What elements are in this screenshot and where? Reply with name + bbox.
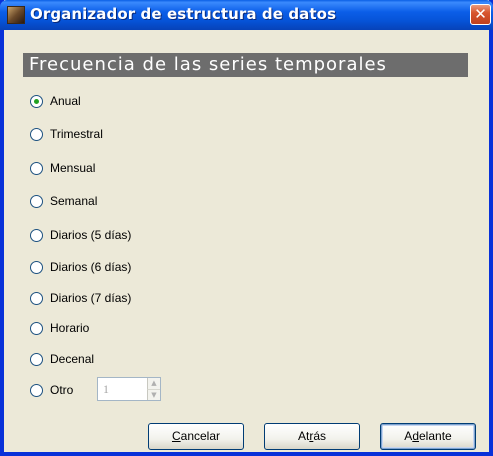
radio-button[interactable] xyxy=(30,195,43,208)
radio-label: Anual xyxy=(50,94,81,108)
radio-label: Semanal xyxy=(50,194,98,208)
button-mnemonic: C xyxy=(171,429,181,443)
radio-label: Mensual xyxy=(50,161,96,175)
radio-button[interactable] xyxy=(30,261,43,274)
radio-button[interactable] xyxy=(30,292,43,305)
cancel-button[interactable]: Cancelar xyxy=(148,423,244,450)
title-bar[interactable]: Organizador de estructura de datos ✕ xyxy=(0,0,493,30)
radio-button-selected[interactable] xyxy=(30,95,43,108)
radio-button[interactable] xyxy=(30,322,43,335)
radio-label: Horario xyxy=(50,321,90,335)
spinbox-value: 1 xyxy=(103,382,109,396)
button-mnemonic: d xyxy=(412,429,419,443)
radio-label: Decenal xyxy=(50,352,95,366)
radio-button[interactable] xyxy=(30,384,43,397)
radio-button[interactable] xyxy=(30,229,43,242)
radio-label: Diarios (7 días) xyxy=(50,291,132,305)
window-title: Organizador de estructura de datos xyxy=(30,5,337,23)
close-button[interactable]: ✕ xyxy=(470,4,491,25)
close-icon: ✕ xyxy=(474,5,487,23)
button-label-part: ás xyxy=(313,429,327,443)
spin-down-icon[interactable]: ▼ xyxy=(147,389,160,400)
back-button[interactable]: Atrás xyxy=(264,423,360,450)
radio-button[interactable] xyxy=(30,128,43,141)
spin-up-icon[interactable]: ▲ xyxy=(147,378,160,389)
app-icon xyxy=(7,6,25,24)
radio-button[interactable] xyxy=(30,353,43,366)
button-label-part: elante xyxy=(419,429,452,443)
radio-label: Otro xyxy=(50,383,74,397)
next-button[interactable]: Adelante xyxy=(380,423,476,450)
radio-label: Diarios (5 días) xyxy=(50,228,132,242)
radio-label: Trimestral xyxy=(50,127,103,141)
other-frequency-spinbox[interactable]: 1 ▲ ▼ xyxy=(97,377,161,401)
radio-label: Diarios (6 días) xyxy=(50,260,132,274)
button-label-part: At xyxy=(297,429,310,443)
section-title: Frecuencia de las series temporales xyxy=(23,53,468,77)
radio-button[interactable] xyxy=(30,162,43,175)
button-label-part: ancelar xyxy=(180,429,221,443)
